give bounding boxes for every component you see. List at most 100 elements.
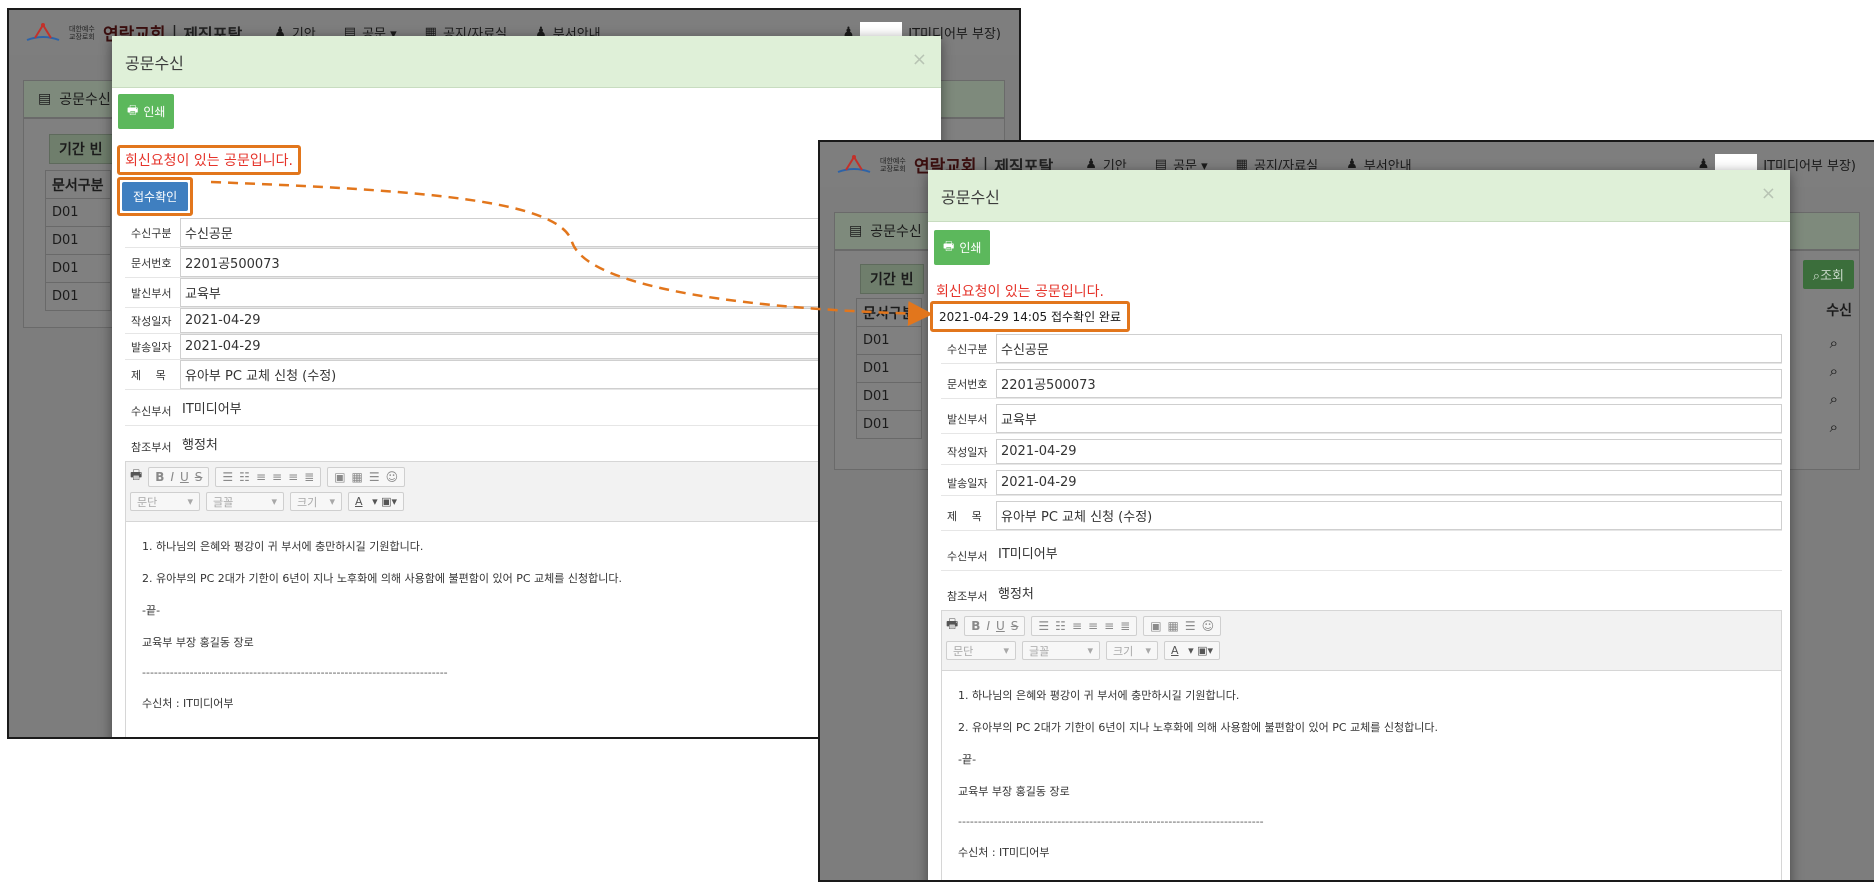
- field-sender-dept: 발신부서 교육부: [125, 278, 933, 308]
- strike-button[interactable]: S: [1011, 619, 1019, 633]
- table-header-doc: 문서구분: [856, 298, 922, 327]
- font-select[interactable]: 글꼴 ▾: [1022, 641, 1100, 660]
- hr-icon[interactable]: ☰: [1185, 619, 1196, 633]
- font-select[interactable]: 글꼴 ▾: [206, 492, 284, 511]
- acknowledge-button[interactable]: 접수확인: [122, 182, 189, 211]
- table-icon[interactable]: ▦: [352, 470, 363, 484]
- text-style-group[interactable]: B I U S: [148, 467, 210, 487]
- paragraph-select[interactable]: 문단 ▾: [130, 492, 200, 511]
- insert-group[interactable]: ▣ ▦ ☰ ☺: [327, 467, 406, 487]
- search-icon[interactable]: ⌕: [1830, 357, 1838, 385]
- field-subject: 제 목 유아부 PC 교체 신청 (수정): [941, 501, 1782, 531]
- field-receiver-dept: 수신부서 IT미디어부: [941, 531, 1782, 571]
- print-button[interactable]: 🖶 인쇄: [934, 230, 991, 265]
- image-icon[interactable]: ▣: [334, 470, 345, 484]
- period-filter-label: 기간 빈: [49, 134, 113, 164]
- align-justify-icon[interactable]: ≣: [304, 470, 314, 484]
- table-header-doc: 문서구분: [45, 170, 111, 199]
- bullet-list-icon[interactable]: ☷: [1055, 619, 1066, 633]
- field-cc-dept: 참조부서 행정처: [131, 438, 218, 454]
- page-title: 공문수신: [870, 224, 922, 240]
- italic-button[interactable]: I: [986, 619, 990, 633]
- field-receive-type: 수신구분 수신공문: [125, 218, 933, 248]
- table-row[interactable]: D01: [45, 226, 111, 255]
- logo-small-text: 대한예수교장로회: [69, 24, 95, 41]
- editor-content[interactable]: 1. 하나님의 은혜와 평강이 귀 부서에 충만하시길 기원합니다. 2. 유아…: [126, 522, 932, 737]
- size-select[interactable]: 크기 ▾: [1106, 641, 1158, 660]
- field-sent-date: 발송일자 2021-04-29: [125, 334, 933, 360]
- paragraph-select[interactable]: 문단 ▾: [946, 641, 1016, 660]
- search-icon: ⌕: [1812, 269, 1821, 284]
- font-color-button[interactable]: A ▾ ▣▾: [348, 492, 404, 511]
- align-right-icon[interactable]: ≡: [1104, 619, 1114, 633]
- table-header-row: 문서구분: [45, 170, 111, 199]
- church-logo-icon: [23, 20, 63, 46]
- field-created-date: 작성일자 2021-04-29: [941, 439, 1782, 465]
- strike-button[interactable]: S: [195, 470, 203, 484]
- table-row[interactable]: D01: [45, 198, 111, 227]
- table-row[interactable]: D01: [856, 326, 922, 355]
- field-receive-type: 수신구분 수신공문: [941, 334, 1782, 364]
- document-table: 문서구분 D01 D01 D01 D01: [856, 298, 922, 439]
- field-subject: 제 목 유아부 PC 교체 신청 (수정): [125, 360, 933, 390]
- underline-button[interactable]: U: [996, 619, 1005, 633]
- close-icon[interactable]: ×: [912, 49, 927, 70]
- bold-button[interactable]: B: [155, 470, 164, 484]
- page-title: 공문수신: [59, 92, 111, 108]
- emoji-icon[interactable]: ☺: [1202, 619, 1215, 633]
- close-icon[interactable]: ×: [1761, 183, 1776, 204]
- print-icon[interactable]: 🖶: [130, 466, 142, 488]
- page-doc-icon: ▤: [38, 91, 52, 107]
- ordered-list-icon[interactable]: ☰: [222, 470, 233, 484]
- reply-request-notice: 회신요청이 있는 공문입니다.: [117, 145, 301, 175]
- table-row[interactable]: D01: [856, 410, 922, 439]
- field-receiver-dept: 수신부서 IT미디어부: [125, 390, 933, 426]
- search-icon[interactable]: ⌕: [1830, 385, 1838, 413]
- size-select[interactable]: 크기 ▾: [290, 492, 342, 511]
- ordered-list-icon[interactable]: ☰: [1038, 619, 1049, 633]
- list-align-group[interactable]: ☰ ☷ ≡ ≡ ≡ ≣: [1031, 616, 1138, 636]
- field-created-date: 작성일자 2021-04-29: [125, 308, 933, 334]
- search-button[interactable]: ⌕조회: [1802, 260, 1854, 289]
- align-center-icon[interactable]: ≡: [1088, 619, 1098, 633]
- align-left-icon[interactable]: ≡: [256, 470, 266, 484]
- printer-icon: 🖶: [127, 103, 139, 117]
- receive-document-modal: 공문수신 × 🖶 인쇄 회신요청이 있는 공문입니다. 2021-04-29 1…: [928, 170, 1790, 880]
- table-icon[interactable]: ▦: [1168, 619, 1179, 633]
- receive-document-modal: 공문수신 × 🖶 인쇄 회신요청이 있는 공문입니다. 접수확인 수신구분 수신공…: [112, 36, 941, 737]
- editor-content[interactable]: 1. 하나님의 은혜와 평강이 귀 부서에 충만하시길 기원합니다. 2. 유아…: [942, 671, 1781, 880]
- underline-button[interactable]: U: [180, 470, 189, 484]
- table-row[interactable]: D01: [45, 282, 111, 311]
- field-doc-number: 문서번호 2201공500073: [125, 248, 933, 278]
- logo-small-text: 대한예수교장로회: [880, 156, 906, 173]
- align-left-icon[interactable]: ≡: [1072, 619, 1082, 633]
- insert-group[interactable]: ▣ ▦ ☰ ☺: [1143, 616, 1222, 636]
- hr-icon[interactable]: ☰: [369, 470, 380, 484]
- text-style-group[interactable]: B I U S: [964, 616, 1026, 636]
- search-icon[interactable]: ⌕: [1830, 329, 1838, 357]
- print-button[interactable]: 🖶 인쇄: [118, 94, 175, 129]
- table-row[interactable]: D01: [45, 254, 111, 283]
- table-row[interactable]: D01: [856, 354, 922, 383]
- image-icon[interactable]: ▣: [1150, 619, 1161, 633]
- align-center-icon[interactable]: ≡: [272, 470, 282, 484]
- search-icon[interactable]: ⌕: [1830, 413, 1838, 441]
- align-right-icon[interactable]: ≡: [288, 470, 298, 484]
- modal-header: 공문수신 ×: [928, 170, 1790, 222]
- bullet-list-icon[interactable]: ☷: [239, 470, 250, 484]
- printer-icon: 🖶: [943, 239, 955, 253]
- reply-request-notice: 회신요청이 있는 공문입니다.: [936, 284, 1104, 300]
- document-editor: 🖶 B I U S ☰ ☷ ≡ ≡ ≡ ≣ ▣ ▦ ☰ ☺ 문단 ▾ 글꼴 ▾ …: [125, 461, 933, 737]
- ack-button-highlight: 접수확인: [117, 177, 194, 216]
- bold-button[interactable]: B: [971, 619, 980, 633]
- font-color-button[interactable]: A ▾ ▣▾: [1164, 641, 1220, 660]
- modal-title: 공문수신: [125, 53, 184, 73]
- table-row[interactable]: D01: [856, 382, 922, 411]
- list-align-group[interactable]: ☰ ☷ ≡ ≡ ≡ ≣: [215, 467, 322, 487]
- italic-button[interactable]: I: [170, 470, 174, 484]
- field-sender-dept: 발신부서 교육부: [941, 404, 1782, 434]
- field-doc-number: 문서번호 2201공500073: [941, 369, 1782, 399]
- emoji-icon[interactable]: ☺: [386, 470, 399, 484]
- print-icon[interactable]: 🖶: [946, 615, 958, 637]
- align-justify-icon[interactable]: ≣: [1120, 619, 1130, 633]
